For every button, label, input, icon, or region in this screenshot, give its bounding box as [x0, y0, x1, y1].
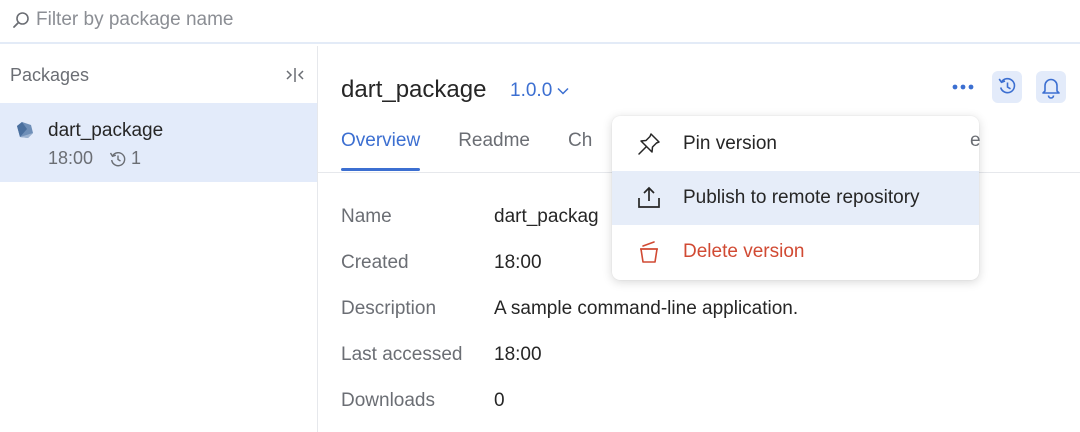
dart-logo-icon — [17, 122, 33, 138]
property-value: 0 — [494, 390, 505, 411]
tab-bar: Overview Readme Ch — [341, 130, 630, 172]
menu-item-label: Delete version — [683, 241, 805, 262]
version-label: 1.0.0 — [510, 80, 553, 101]
search-icon — [13, 12, 29, 28]
more-options-icon[interactable] — [950, 76, 976, 98]
property-value: dart_packag — [494, 206, 599, 227]
tab-readme[interactable]: Readme — [458, 130, 530, 172]
sidebar-header: Packages — [10, 65, 90, 85]
menu-item-pin-version[interactable]: Pin version — [612, 117, 979, 171]
tab-changelog[interactable]: Ch — [568, 130, 592, 172]
property-key: Downloads — [341, 390, 435, 411]
collapse-sidebar-icon[interactable] — [284, 66, 306, 84]
menu-item-publish-remote[interactable]: Publish to remote repository — [612, 171, 979, 225]
sidebar: Packages dart_package 18:00 1 — [0, 46, 318, 432]
version-actions-menu: Pin version Publish to remote repository… — [612, 116, 979, 280]
property-key: Name — [341, 206, 392, 227]
history-icon — [998, 77, 1016, 94]
filter-bar — [0, 0, 1080, 44]
property-value: 18:00 — [494, 252, 542, 273]
property-key: Last accessed — [341, 344, 463, 365]
package-time: 18:00 — [48, 148, 94, 168]
history-icon — [109, 151, 126, 166]
property-value: A sample command-line application. — [494, 298, 799, 319]
package-meta: 18:00 1 — [48, 148, 141, 169]
upload-icon — [638, 186, 660, 208]
menu-item-label: Pin version — [683, 133, 777, 154]
property-row: Downloads 0 — [341, 378, 798, 424]
property-key: Description — [341, 298, 437, 319]
menu-item-label: Publish to remote repository — [683, 187, 920, 208]
package-list-item[interactable]: dart_package 18:00 1 — [0, 103, 317, 182]
property-row: Last accessed 18:00 — [341, 332, 798, 378]
trash-icon — [640, 241, 658, 263]
version-history-button[interactable] — [992, 71, 1022, 103]
package-name: dart_package — [48, 120, 164, 141]
pin-icon — [638, 133, 660, 155]
menu-item-delete-version[interactable]: Delete version — [612, 225, 979, 279]
chevron-down-icon — [557, 87, 569, 95]
tab-overview[interactable]: Overview — [341, 130, 421, 172]
version-selector[interactable]: 1.0.0 — [510, 80, 569, 102]
tab-partial-label: e — [970, 130, 981, 151]
page-title: dart_package — [341, 76, 487, 103]
property-value: 18:00 — [494, 344, 542, 365]
property-key: Created — [341, 252, 409, 273]
bell-icon — [1042, 78, 1060, 99]
notifications-button[interactable] — [1036, 71, 1066, 103]
property-row: Description A sample command-line applic… — [341, 286, 798, 332]
filter-input[interactable] — [36, 6, 636, 34]
package-version-count: 1 — [131, 148, 142, 168]
